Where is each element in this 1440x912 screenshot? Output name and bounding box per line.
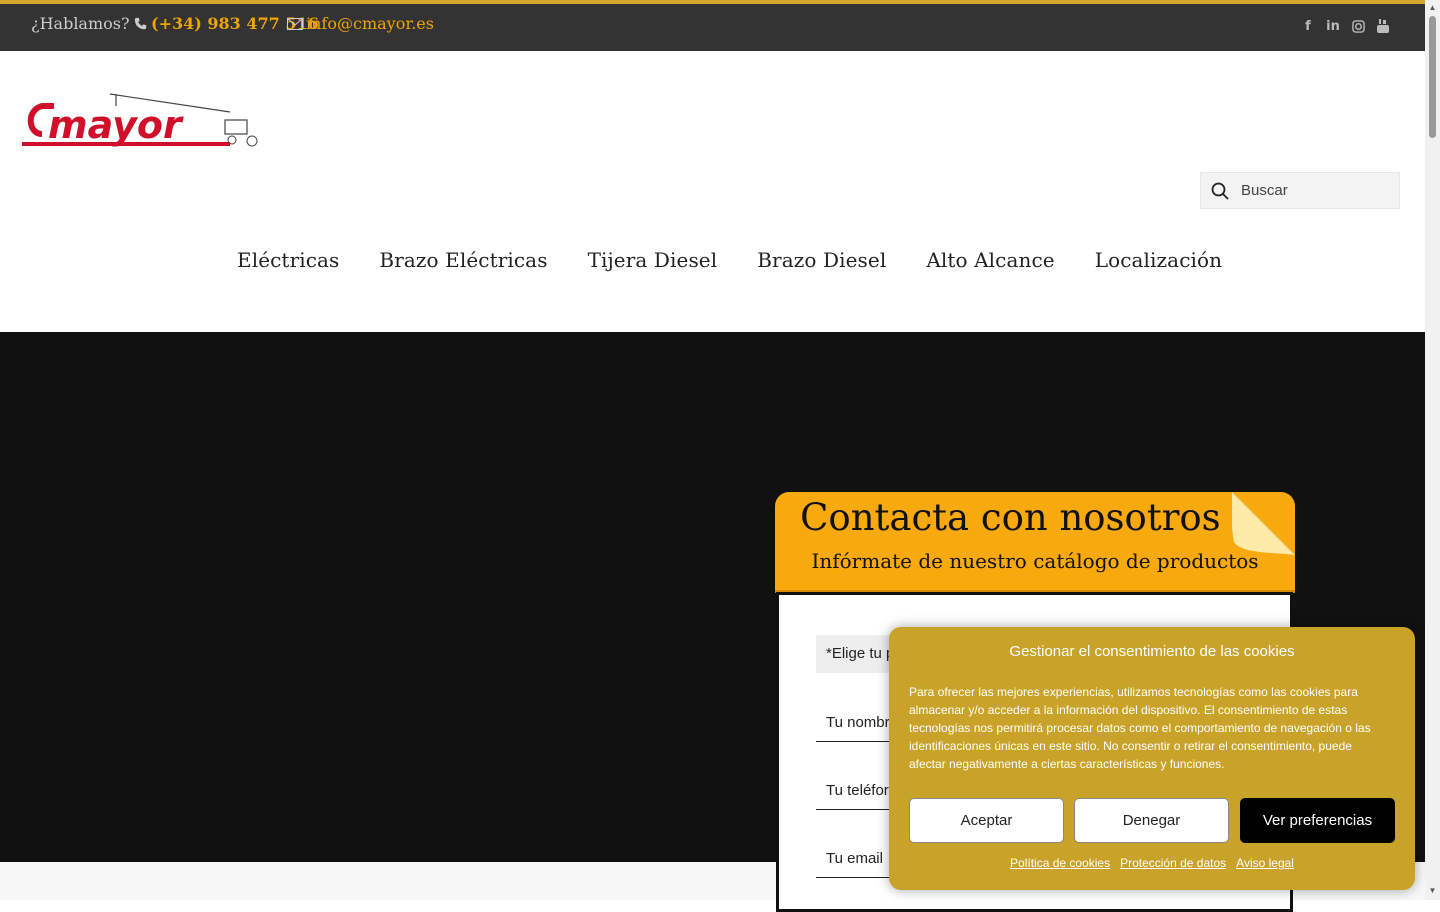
cookie-body: Para ofrecer las mejores experiencias, u… bbox=[909, 685, 1371, 771]
mail-icon bbox=[287, 17, 303, 30]
search-box[interactable] bbox=[1200, 172, 1400, 209]
vertical-scrollbar[interactable]: ▲ ▼ bbox=[1425, 0, 1440, 900]
youtube-icon[interactable] bbox=[1375, 18, 1391, 34]
social-links: f in bbox=[1300, 18, 1391, 34]
facebook-icon[interactable]: f bbox=[1300, 18, 1316, 34]
cookie-policy-link[interactable]: Política de cookies bbox=[1010, 856, 1110, 870]
legal-notice-link[interactable]: Aviso legal bbox=[1236, 856, 1294, 870]
accept-button[interactable]: Aceptar bbox=[909, 798, 1064, 843]
cookie-links: Política de cookies Protección de datos … bbox=[889, 856, 1415, 870]
page-curl-decoration bbox=[1232, 492, 1295, 555]
contact-title: Contacta con nosotros : bbox=[800, 496, 1245, 539]
cookie-title: Gestionar el consentimiento de las cooki… bbox=[1009, 643, 1295, 660]
phone-icon bbox=[134, 17, 147, 30]
search-input[interactable] bbox=[1239, 181, 1383, 200]
nav-item-brazo-electricas[interactable]: Brazo Eléctricas bbox=[379, 248, 547, 272]
nav-item-electricas[interactable]: Eléctricas bbox=[237, 248, 339, 272]
linkedin-icon[interactable]: in bbox=[1325, 18, 1341, 34]
instagram-icon[interactable] bbox=[1350, 18, 1366, 34]
top-bar: ¿Hablamos? (+34) 983 477 516 info@cmayor… bbox=[0, 0, 1425, 51]
email-link[interactable]: info@cmayor.es bbox=[287, 14, 434, 33]
cmayor-logo[interactable]: mayor bbox=[20, 92, 260, 152]
scroll-down-arrow[interactable]: ▼ bbox=[1428, 886, 1437, 895]
svg-text:mayor: mayor bbox=[48, 103, 184, 147]
greeting-text: ¿Hablamos? bbox=[31, 14, 130, 33]
deny-button[interactable]: Denegar bbox=[1074, 798, 1229, 843]
main-nav: Eléctricas Brazo Eléctricas Tijera Diese… bbox=[237, 248, 1222, 272]
scrollbar-thumb[interactable] bbox=[1429, 16, 1436, 138]
cookie-consent-dialog: Gestionar el consentimiento de las cooki… bbox=[889, 627, 1415, 890]
search-icon[interactable] bbox=[1211, 182, 1229, 200]
data-protection-link[interactable]: Protección de datos bbox=[1120, 856, 1226, 870]
preferences-button[interactable]: Ver preferencias bbox=[1240, 798, 1395, 843]
email-address[interactable]: info@cmayor.es bbox=[306, 14, 434, 33]
contact-subtitle: Infórmate de nuestro catálogo de product… bbox=[811, 549, 1259, 573]
nav-item-localizacion[interactable]: Localización bbox=[1095, 248, 1222, 272]
nav-item-tijera-diesel[interactable]: Tijera Diesel bbox=[588, 248, 718, 272]
contact-header: Contacta con nosotros : Infórmate de nue… bbox=[775, 492, 1295, 593]
nav-item-brazo-diesel[interactable]: Brazo Diesel bbox=[757, 248, 886, 272]
scroll-up-arrow[interactable]: ▲ bbox=[1428, 3, 1437, 12]
nav-item-alto-alcance[interactable]: Alto Alcance bbox=[926, 248, 1054, 272]
